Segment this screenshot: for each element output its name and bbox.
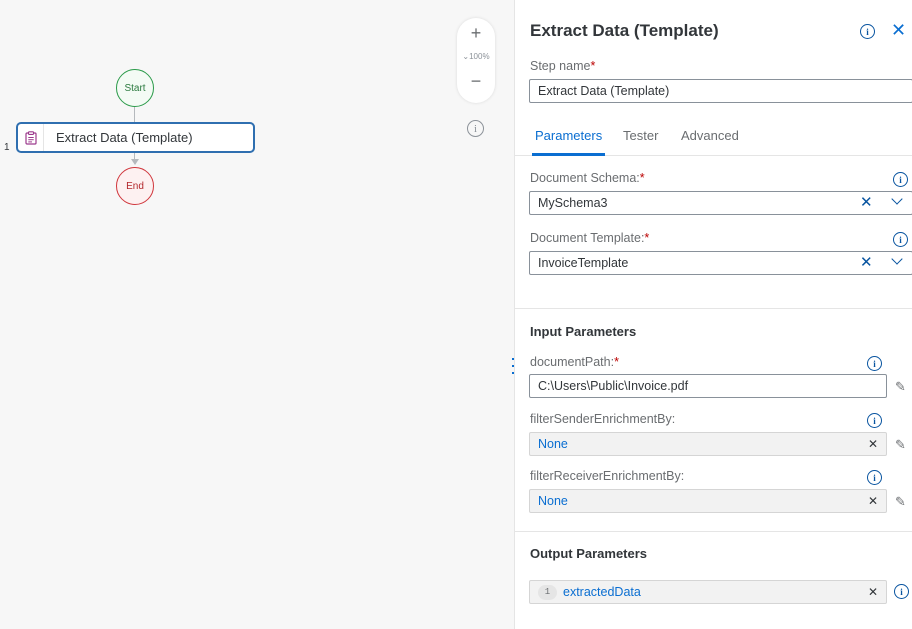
document-template-select[interactable]: InvoiceTemplate xyxy=(529,251,912,275)
tab-parameters[interactable]: Parameters xyxy=(531,128,606,156)
clear-template-icon[interactable]: ✕ xyxy=(860,255,873,270)
step-name-input[interactable]: Extract Data (Template) xyxy=(529,79,912,103)
tab-advanced[interactable]: Advanced xyxy=(681,128,739,156)
workflow-canvas[interactable]: Start 1 Extract Data (Template) End + ⌄1… xyxy=(0,0,514,629)
connector-start-step xyxy=(134,107,135,122)
zoom-control: + ⌄100% − xyxy=(457,18,495,103)
info-icon[interactable]: i xyxy=(867,470,882,485)
panel-title: Extract Data (Template) xyxy=(530,21,719,40)
document-template-label-text: Document Template: xyxy=(530,231,645,245)
extract-data-step-node[interactable]: Extract Data (Template) xyxy=(16,122,255,153)
connector-arrow xyxy=(131,159,139,165)
info-icon[interactable]: i xyxy=(860,24,875,39)
tab-tester[interactable]: Tester xyxy=(623,128,658,156)
properties-panel: Extract Data (Template) i ✕ Step name* E… xyxy=(514,0,912,629)
end-node[interactable]: End xyxy=(116,167,154,205)
info-icon[interactable]: i xyxy=(867,356,882,371)
document-schema-label: Document Schema:* xyxy=(530,171,645,185)
tab-bar: Parameters Tester Advanced xyxy=(515,126,912,156)
clear-receiver-icon[interactable]: ✕ xyxy=(868,494,878,509)
output-counter-badge: 1 xyxy=(538,584,557,600)
required-marker: * xyxy=(614,355,619,369)
document-schema-value: MySchema3 xyxy=(538,196,608,210)
zoom-in-button[interactable]: + xyxy=(457,18,495,48)
edit-expression-icon[interactable]: ✎ xyxy=(895,379,906,395)
info-icon[interactable]: i xyxy=(893,232,908,247)
document-path-label-text: documentPath: xyxy=(530,355,615,369)
document-template-label: Document Template:* xyxy=(530,231,649,245)
section-divider xyxy=(515,531,912,532)
required-marker: * xyxy=(644,231,650,245)
end-node-label: End xyxy=(126,180,144,192)
document-path-label: documentPath:* xyxy=(530,355,619,369)
filter-receiver-value: None xyxy=(538,494,568,508)
document-template-value: InvoiceTemplate xyxy=(538,256,629,270)
filter-sender-label: filterSenderEnrichmentBy: xyxy=(530,412,676,426)
filter-receiver-label: filterReceiverEnrichmentBy: xyxy=(530,469,685,483)
zoom-level-value: 100% xyxy=(469,52,490,61)
edit-expression-icon[interactable]: ✎ xyxy=(895,494,906,510)
step-name-value: Extract Data (Template) xyxy=(538,84,670,98)
document-schema-label-text: Document Schema: xyxy=(530,171,640,185)
start-node[interactable]: Start xyxy=(116,69,154,107)
info-icon[interactable]: i xyxy=(893,172,908,187)
close-icon[interactable]: ✕ xyxy=(891,20,906,40)
step-number: 1 xyxy=(4,142,10,153)
clear-schema-icon[interactable]: ✕ xyxy=(860,195,873,210)
extracted-data-value: extractedData xyxy=(563,585,641,599)
document-path-input[interactable]: C:\Users\Public\Invoice.pdf xyxy=(529,374,887,398)
step-name-label-text: Step name xyxy=(530,59,591,73)
zoom-level[interactable]: ⌄100% xyxy=(462,48,489,66)
start-node-label: Start xyxy=(124,82,146,94)
info-icon[interactable]: i xyxy=(467,120,484,137)
zoom-out-button[interactable]: − xyxy=(457,66,495,96)
step-name-label: Step name* xyxy=(530,59,595,73)
clear-sender-icon[interactable]: ✕ xyxy=(868,437,878,452)
section-divider xyxy=(515,308,912,309)
clipboard-icon xyxy=(18,124,44,151)
extracted-data-output[interactable]: 1 extractedData xyxy=(529,580,887,604)
document-path-value: C:\Users\Public\Invoice.pdf xyxy=(538,379,689,393)
step-node-label: Extract Data (Template) xyxy=(56,130,193,145)
filter-sender-value: None xyxy=(538,437,568,451)
clear-output-icon[interactable]: ✕ xyxy=(868,585,878,600)
filter-receiver-input[interactable]: None xyxy=(529,489,887,513)
document-schema-select[interactable]: MySchema3 xyxy=(529,191,912,215)
edit-expression-icon[interactable]: ✎ xyxy=(895,437,906,453)
info-icon[interactable]: i xyxy=(867,413,882,428)
required-marker: * xyxy=(590,59,596,73)
info-icon[interactable]: i xyxy=(894,584,909,599)
filter-sender-input[interactable]: None xyxy=(529,432,887,456)
output-parameters-title: Output Parameters xyxy=(530,546,648,561)
input-parameters-title: Input Parameters xyxy=(530,324,637,339)
required-marker: * xyxy=(639,171,645,185)
